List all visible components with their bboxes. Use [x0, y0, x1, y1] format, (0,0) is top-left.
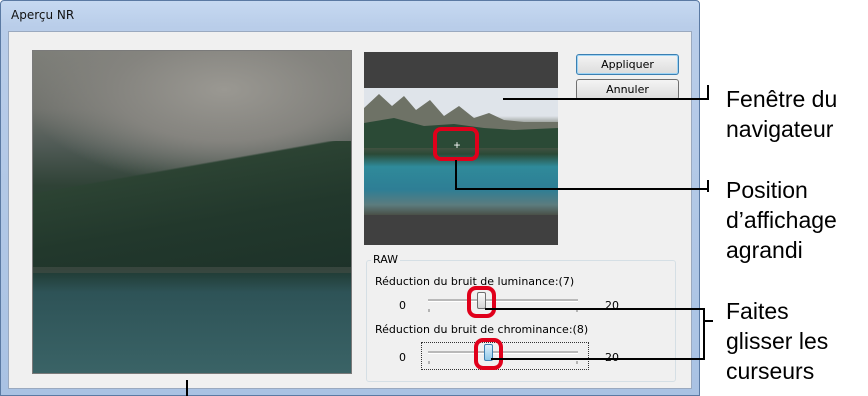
luminance-thumb-highlight [467, 286, 496, 318]
raw-group-legend: RAW [371, 253, 400, 266]
chrominance-label: Réduction du bruit de chrominance:(8) [375, 323, 589, 336]
preview-forest [33, 141, 351, 270]
chrominance-ticks [428, 361, 578, 364]
callout-position-3: agrandi [726, 237, 803, 263]
callout-sliders-2: glisser les [726, 328, 829, 354]
cancel-button[interactable]: Annuler [576, 79, 679, 100]
preview-shoreline [33, 266, 351, 273]
callout-line-slider-bracket [703, 308, 705, 360]
dialog-client-area: + Appliquer Annuler RAW Réduction du bru… [8, 31, 692, 389]
nr-preview-dialog: Aperçu NR + Appliquer Annuler RAW Réduct… [0, 0, 700, 396]
luminance-track[interactable] [428, 299, 578, 302]
callout-sliders-1: Faites [726, 298, 789, 324]
chrominance-thumb-highlight [474, 338, 503, 370]
callout-line-slider-tick [703, 320, 713, 322]
navigator-window[interactable]: + [364, 52, 558, 245]
enlarged-preview-image[interactable] [32, 50, 352, 374]
callout-line-slider-2 [491, 358, 704, 360]
chrominance-track[interactable] [428, 351, 578, 354]
crosshair-icon: + [453, 138, 461, 152]
callout-navigator-2: navigateur [726, 116, 834, 142]
callout-line-slider-1 [485, 308, 704, 310]
luminance-min: 0 [399, 299, 406, 312]
callout-line-position-tick [707, 180, 709, 192]
callout-line-navigator-tick [707, 85, 709, 99]
apply-button[interactable]: Appliquer [576, 54, 679, 75]
chrominance-min: 0 [399, 351, 406, 364]
window-title: Aperçu NR [11, 8, 75, 22]
callout-sliders-3: curseurs [726, 358, 815, 384]
callout-position-2: d’affichage [726, 207, 837, 233]
callout-navigator-1: Fenêtre du [726, 86, 838, 112]
callout-line-navigator [503, 98, 709, 100]
luminance-max: 20 [605, 299, 619, 312]
callout-line-position-drop [455, 160, 457, 190]
slider-focus-rect [421, 342, 589, 370]
callout-line-preview [186, 380, 188, 396]
callout-line-position [455, 188, 709, 190]
callout-position-1: Position [726, 177, 808, 203]
